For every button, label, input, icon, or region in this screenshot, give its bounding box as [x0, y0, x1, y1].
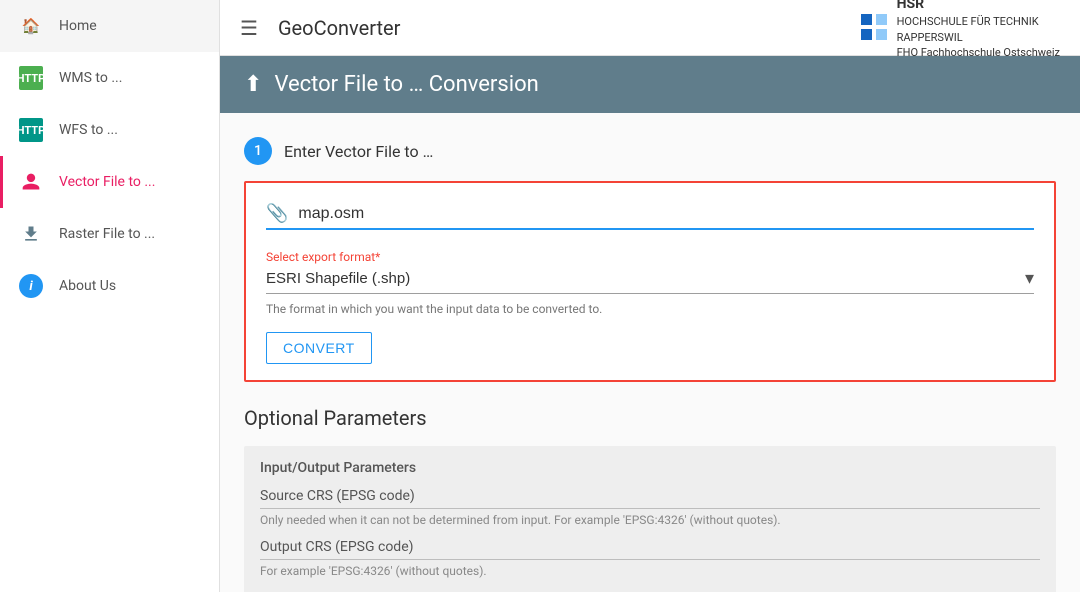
content-area: 1 Enter Vector File to … 📎 Select export… [220, 113, 1080, 592]
step1-label: Enter Vector File to … [284, 142, 433, 161]
sidebar-item-home[interactable]: 🏠 Home [0, 0, 219, 52]
menu-icon[interactable]: ☰ [240, 16, 258, 40]
optional-title: Optional Parameters [244, 406, 1056, 430]
output-crs-label: Output CRS (EPSG code) [260, 539, 1040, 560]
source-crs-field: Source CRS (EPSG code) Only needed when … [260, 488, 1040, 527]
format-hint: The format in which you want the input d… [266, 302, 1034, 316]
hsr-sq-3 [861, 29, 872, 40]
hsr-squares [861, 14, 889, 42]
sidebar-item-raster-label: Raster File to ... [59, 226, 155, 242]
param-group-io: Input/Output Parameters Source CRS (EPSG… [244, 446, 1056, 592]
step1-badge: 1 [244, 137, 272, 165]
hsr-sq-1 [861, 14, 872, 25]
info-icon: i [19, 274, 43, 298]
hsr-sq-2 [876, 14, 887, 25]
hsr-text: HSR HOCHSCHULE FÜR TECHNIK RAPPERSWIL FH… [897, 0, 1060, 60]
sidebar-item-about-label: About Us [59, 278, 116, 294]
topbar: ☰ GeoConverter HSR HOCHSCHULE FÜR TECHNI… [220, 0, 1080, 56]
file-input[interactable] [298, 205, 1034, 223]
output-crs-field: Output CRS (EPSG code) For example 'EPSG… [260, 539, 1040, 578]
sidebar-item-vector[interactable]: Vector File to ... [0, 156, 219, 208]
sidebar-item-home-label: Home [59, 18, 97, 34]
source-crs-label: Source CRS (EPSG code) [260, 488, 1040, 509]
page-header: ⬆ Vector File to … Conversion [220, 56, 1080, 113]
select-format-label: Select export format* [266, 250, 1034, 264]
vector-icon [19, 170, 43, 194]
param-group-io-title: Input/Output Parameters [260, 460, 1040, 476]
home-icon: 🏠 [19, 14, 43, 38]
hsr-logo: HSR HOCHSCHULE FÜR TECHNIK RAPPERSWIL FH… [861, 0, 1060, 60]
sidebar-item-raster[interactable]: Raster File to ... [0, 208, 219, 260]
wfs-icon: HTTP [19, 118, 43, 142]
sidebar-item-wms-label: WMS to ... [59, 70, 122, 86]
source-crs-hint: Only needed when it can not be determine… [260, 513, 1040, 527]
hsr-sq-4 [876, 29, 887, 40]
step1-header: 1 Enter Vector File to … [244, 137, 1056, 165]
main-content: ☰ GeoConverter HSR HOCHSCHULE FÜR TECHNI… [220, 0, 1080, 592]
page-title: Vector File to … Conversion [274, 72, 538, 97]
wms-icon: HTTP [19, 66, 43, 90]
select-arrow-icon: ▾ [1025, 268, 1034, 289]
sidebar-item-wms[interactable]: HTTP WMS to ... [0, 52, 219, 104]
app-title: GeoConverter [278, 16, 400, 40]
step1-form-card: 📎 Select export format* ESRI Shapefile (… [244, 181, 1056, 382]
convert-button[interactable]: CONVERT [266, 332, 372, 364]
output-crs-hint: For example 'EPSG:4326' (without quotes)… [260, 564, 1040, 578]
sidebar-item-wfs-label: WFS to ... [59, 122, 118, 138]
select-format-row: ESRI Shapefile (.shp) GeoJSON (.geojson)… [266, 268, 1034, 294]
file-input-row: 📎 [266, 203, 1034, 230]
paperclip-icon: 📎 [266, 203, 288, 224]
sidebar-item-vector-label: Vector File to ... [59, 174, 155, 190]
format-select[interactable]: ESRI Shapefile (.shp) GeoJSON (.geojson)… [266, 270, 1025, 287]
raster-icon [19, 222, 43, 246]
sidebar-item-wfs[interactable]: HTTP WFS to ... [0, 104, 219, 156]
upload-icon: ⬆ [244, 72, 262, 97]
sidebar: 🏠 Home HTTP WMS to ... HTTP WFS to ... V… [0, 0, 220, 592]
sidebar-item-about[interactable]: i About Us [0, 260, 219, 312]
